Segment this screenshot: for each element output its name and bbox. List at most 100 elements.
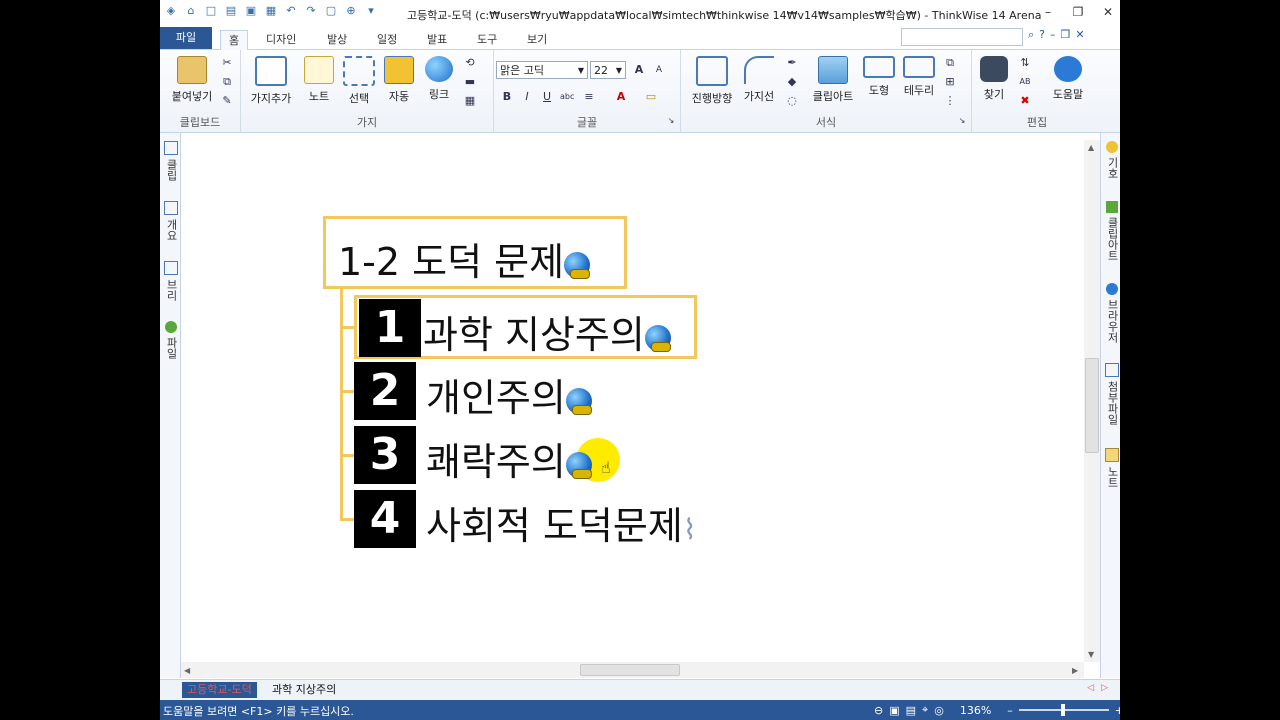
text-highlight-icon[interactable]: ▭ <box>644 90 658 104</box>
zoom-out-icon[interactable]: – <box>1007 704 1013 717</box>
delete-icon[interactable]: ✖ <box>1018 94 1032 108</box>
underline-icon[interactable]: U <box>540 90 554 104</box>
tab-ideation[interactable]: 발상 <box>319 30 355 49</box>
undo-icon[interactable]: ↶ <box>284 4 298 18</box>
strikethrough-icon[interactable]: abc <box>560 90 574 104</box>
tab-home[interactable]: 홈 <box>220 30 249 50</box>
zoom-slider[interactable] <box>1018 704 1109 716</box>
tab-tools[interactable]: 도구 <box>469 30 505 49</box>
topic-4[interactable]: 4 사회적 도덕문제⌇ <box>354 490 744 548</box>
right-panel-tab-note[interactable]: 노트 <box>1104 448 1120 488</box>
zoom-fit-icon[interactable]: ⊖ <box>874 704 883 717</box>
paste-button[interactable]: 붙여넣기 <box>168 56 216 104</box>
ribbon-close-icon[interactable]: ✕ <box>1075 28 1084 42</box>
topic-1[interactable]: 1 과학 지상주의 <box>354 295 697 359</box>
ribbon-restore-icon[interactable]: ❐ <box>1061 28 1071 42</box>
scroll-left-icon[interactable]: ◀ <box>184 666 190 675</box>
restore-icon[interactable]: ❐ <box>1070 4 1086 20</box>
clipart-button[interactable]: 클립아트 <box>807 56 859 104</box>
topic-3[interactable]: 3 쾌락주의 <box>354 426 614 484</box>
link-button[interactable]: 링크 <box>421 56 457 102</box>
find-button[interactable]: 찾기 <box>976 56 1012 102</box>
tab-file[interactable]: 파일 <box>160 27 212 49</box>
relation-icon[interactable]: ⟲ <box>463 56 477 70</box>
root-topic[interactable]: 1-2 도덕 문제 <box>323 216 627 289</box>
hyperlink-globe-icon[interactable] <box>565 451 592 479</box>
left-panel-tab-file[interactable]: 파일 <box>163 321 179 359</box>
tab-view[interactable]: 보기 <box>519 30 555 49</box>
sort-icon[interactable]: ⇅ <box>1018 56 1032 70</box>
scroll-up-icon[interactable]: ▲ <box>1088 143 1094 152</box>
shape-button[interactable]: 도형 <box>861 56 897 98</box>
open-folder-icon[interactable]: ▤ <box>224 4 238 18</box>
topic-2[interactable]: 2 개인주의 <box>354 362 614 420</box>
bold-icon[interactable]: B <box>500 90 514 104</box>
tab-presentation[interactable]: 발표 <box>419 30 455 49</box>
shape-outline-icon[interactable]: ◌ <box>785 94 799 108</box>
font-size-select[interactable]: 22 ▼ <box>590 61 626 79</box>
view-presentation-icon[interactable]: ▤ <box>906 704 916 717</box>
note-button[interactable]: 노트 <box>301 56 337 104</box>
sheet-next-icon[interactable]: ▷ <box>1101 683 1108 693</box>
right-panel-tab-clipart[interactable]: 클립아트 <box>1104 201 1120 261</box>
search-icon[interactable]: ⌕ <box>1028 28 1034 42</box>
sheet-tab-other[interactable]: 과학 지상주의 <box>267 682 341 698</box>
tab-design[interactable]: 디자인 <box>258 30 304 49</box>
select-button[interactable]: 선택 <box>341 56 377 106</box>
spellcheck-icon[interactable]: AB <box>1018 75 1032 89</box>
zoom-100-icon[interactable]: ◎ <box>934 704 944 717</box>
vertical-scroll-thumb[interactable] <box>1085 358 1099 453</box>
attachment-paperclip-icon[interactable]: ⌇ <box>683 513 697 546</box>
branch-line-button[interactable]: 가지선 <box>739 56 779 104</box>
ribbon-minimize-icon[interactable]: – <box>1050 28 1056 42</box>
grow-font-icon[interactable]: A <box>632 63 646 77</box>
sheet-tab-active[interactable]: 고등학교-도덕 <box>182 682 257 698</box>
save-icon[interactable]: ▣ <box>244 4 258 18</box>
shrink-font-icon[interactable]: A <box>652 63 666 77</box>
cut-icon[interactable]: ✂ <box>220 56 234 70</box>
print-icon[interactable]: ▦ <box>264 4 278 18</box>
fill-icon[interactable]: ◆ <box>785 75 799 89</box>
app-icon[interactable]: ◈ <box>164 4 178 18</box>
home-icon[interactable]: ⌂ <box>184 4 198 18</box>
left-panel-tab-clip[interactable]: 클립 <box>163 141 179 181</box>
customize-dropdown-icon[interactable]: ▾ <box>364 4 378 18</box>
highlight-icon[interactable]: ▬ <box>463 75 477 89</box>
hyperlink-globe-icon[interactable] <box>644 324 671 352</box>
sheet-prev-icon[interactable]: ◁ <box>1087 683 1094 693</box>
left-panel-tab-outline[interactable]: 개요 <box>163 201 179 241</box>
table-icon[interactable]: ▦ <box>463 94 477 108</box>
window-icon[interactable]: ▢ <box>324 4 338 18</box>
zoom-in-icon[interactable]: + <box>1115 704 1120 717</box>
italic-icon[interactable]: I <box>520 90 534 104</box>
tab-schedule[interactable]: 일정 <box>369 30 405 49</box>
search-input[interactable] <box>901 28 1023 46</box>
help-button[interactable]: 도움말 <box>1048 56 1088 102</box>
align-icon[interactable]: ≡ <box>582 90 596 104</box>
redo-icon[interactable]: ↷ <box>304 4 318 18</box>
pen-icon[interactable]: ✒ <box>785 56 799 70</box>
right-panel-tab-browser[interactable]: 브라우저 <box>1104 283 1120 343</box>
view-filter-icon[interactable]: ⌖ <box>922 703 928 717</box>
font-face-select[interactable]: 맑은 고딕 ▼ <box>496 61 588 79</box>
new-file-icon[interactable]: □ <box>204 4 218 18</box>
right-panel-tab-symbol[interactable]: 기호 <box>1104 141 1120 179</box>
add-branch-button[interactable]: 가지추가 <box>247 56 295 106</box>
border-button[interactable]: 테두리 <box>899 56 939 98</box>
view-normal-icon[interactable]: ▣ <box>889 704 899 717</box>
hyperlink-globe-icon[interactable] <box>564 251 591 279</box>
format-painter-icon[interactable]: ✎ <box>220 94 234 108</box>
auto-button[interactable]: 자동 <box>381 56 417 104</box>
hyperlink-globe-icon[interactable] <box>565 387 592 415</box>
layout-icon[interactable]: ⧉ <box>943 56 957 70</box>
minimize-icon[interactable]: – <box>1040 4 1056 20</box>
close-icon[interactable]: ✕ <box>1100 4 1116 20</box>
direction-button[interactable]: 진행방향 <box>687 56 737 106</box>
zoom-icon[interactable]: ⊕ <box>344 4 358 18</box>
copy-icon[interactable]: ⧉ <box>220 75 234 89</box>
spacing-icon[interactable]: ⋮ <box>943 94 957 108</box>
zoom-slider-handle[interactable] <box>1060 704 1065 716</box>
right-panel-tab-attachment[interactable]: 첨부파일 <box>1104 363 1120 425</box>
scroll-down-icon[interactable]: ▼ <box>1088 650 1094 659</box>
help-icon[interactable]: ? <box>1039 28 1045 42</box>
